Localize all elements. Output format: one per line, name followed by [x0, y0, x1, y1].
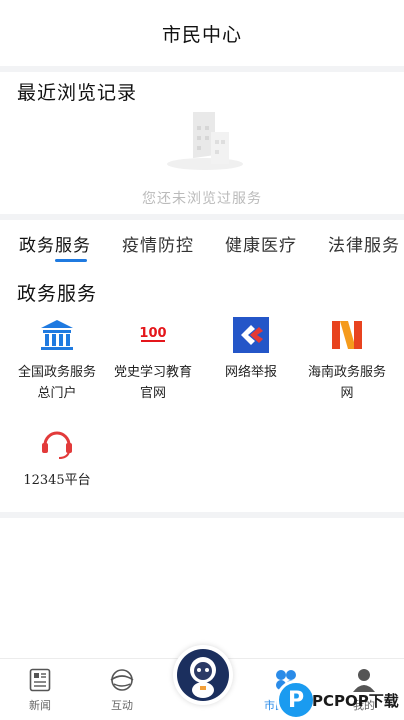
- nav-label: 新闻: [29, 699, 51, 712]
- service-party-history[interactable]: 100 党史学习教育官网: [108, 316, 198, 404]
- services-section: 政务服务 全国政务服务总门户 100 党史学习教育官网 网络举报 海南政务服务网…: [0, 270, 404, 510]
- service-hainan-portal[interactable]: 海南政务服务网: [302, 316, 392, 404]
- services-title: 政务服务: [17, 283, 98, 305]
- tab-government-services[interactable]: 政务服务: [19, 231, 91, 256]
- service-label: 全国政务服务总门户: [17, 365, 96, 401]
- nav-interaction[interactable]: 互动: [92, 667, 152, 713]
- watermark-logo: P: [276, 680, 316, 720]
- service-label: 海南政务服务网: [307, 365, 386, 401]
- hainan-logo-icon: [328, 316, 366, 354]
- tab-health-medical[interactable]: 健康医疗: [225, 231, 297, 256]
- empty-buildings-icon: [167, 112, 243, 170]
- empty-state-text: 您还未浏览过服务: [142, 191, 262, 207]
- hotline-icon: [38, 424, 76, 462]
- report-icon: [232, 316, 270, 354]
- nav-mascot-button[interactable]: [173, 645, 233, 705]
- recent-history-section: 最近浏览记录 您还未浏览过服务: [0, 72, 404, 214]
- category-tabs: 政务服务 疫情防控 健康医疗 法律服务: [0, 224, 404, 264]
- nav-news[interactable]: 新闻: [10, 667, 70, 713]
- page-title: 市民中心: [161, 23, 242, 46]
- news-icon: [27, 667, 53, 693]
- svg-text:100: 100: [139, 326, 166, 341]
- divider: [0, 512, 404, 518]
- gov-building-icon: [38, 316, 76, 354]
- tab-legal-services[interactable]: 法律服务: [328, 231, 400, 256]
- service-label: 12345平台: [23, 473, 91, 488]
- tab-epidemic-prevention[interactable]: 疫情防控: [122, 231, 194, 256]
- service-12345-hotline[interactable]: 12345平台: [12, 424, 102, 491]
- party-100-logo-icon: 100: [134, 316, 172, 354]
- divider: [0, 214, 404, 220]
- top-bar: 市民中心: [0, 0, 404, 66]
- active-tab-indicator: [55, 259, 87, 262]
- service-label: 网络举报: [224, 365, 277, 380]
- service-label: 党史学习教育官网: [113, 365, 192, 401]
- service-online-report[interactable]: 网络举报: [206, 316, 296, 383]
- watermark: P PCPOP下载: [276, 680, 404, 720]
- interaction-icon: [109, 667, 135, 693]
- astronaut-mascot-icon: [177, 649, 229, 701]
- watermark-text: PCPOP下载: [312, 692, 399, 710]
- service-national-portal[interactable]: 全国政务服务总门户: [12, 316, 102, 404]
- recent-history-title: 最近浏览记录: [17, 82, 138, 104]
- nav-label: 互动: [111, 699, 133, 712]
